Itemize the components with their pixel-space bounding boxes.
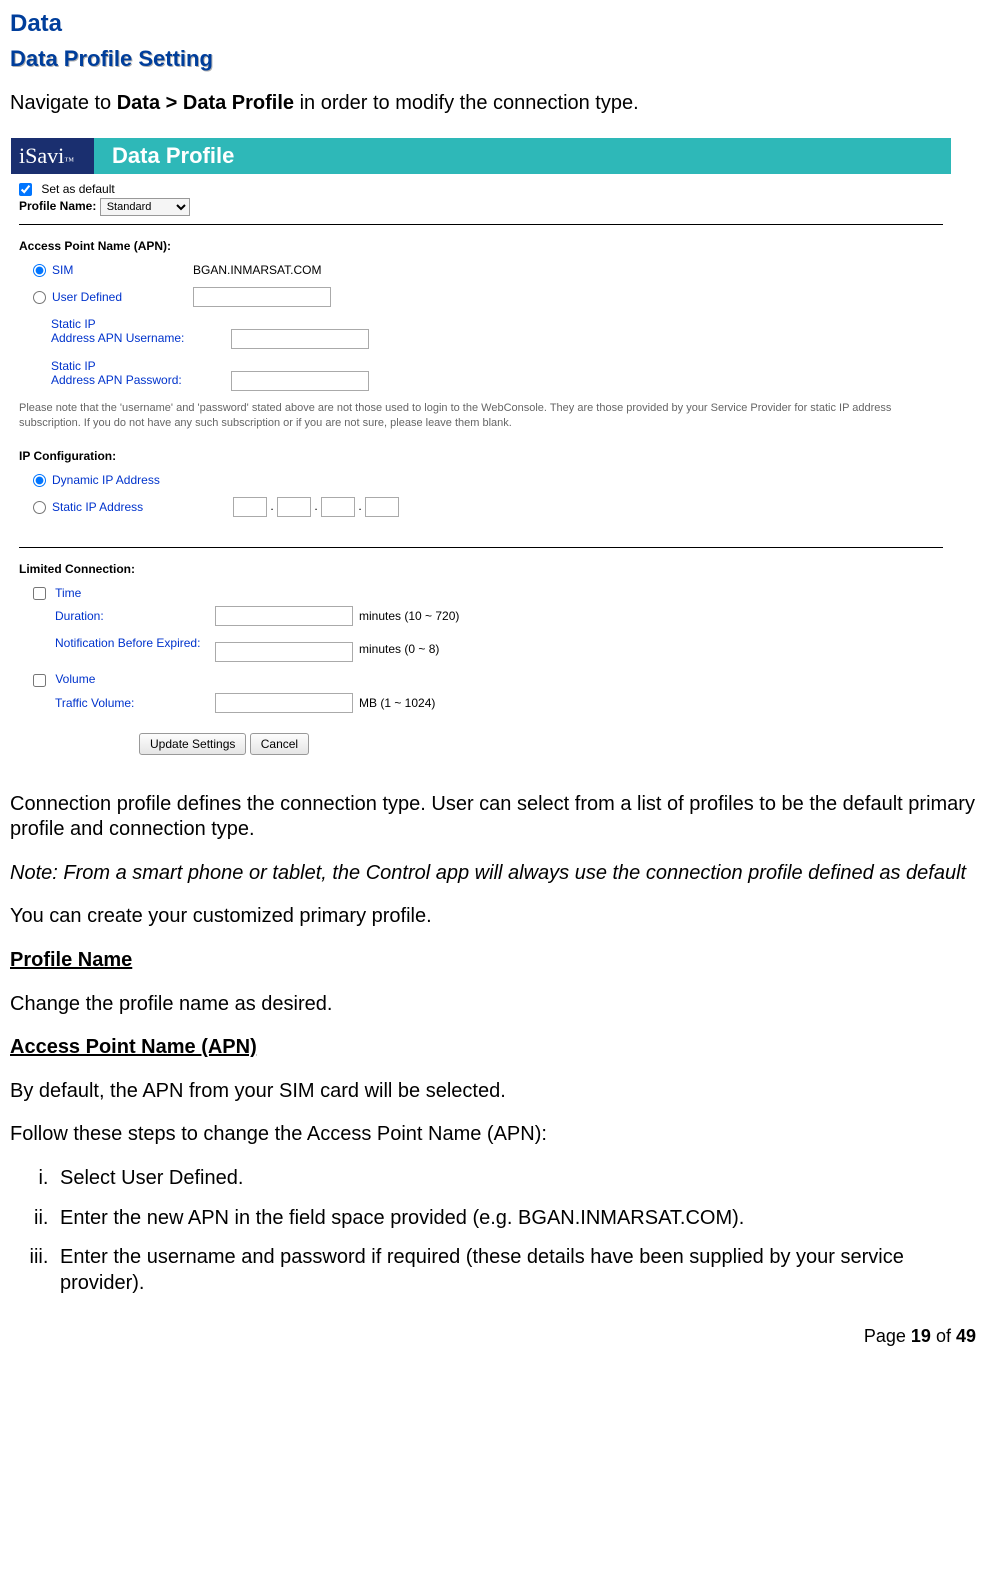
notification-label: Notification Before Expired: <box>55 636 215 650</box>
set-default-row: Set as default <box>19 182 943 196</box>
static-username-row: Static IP Address APN Username: <box>19 317 943 349</box>
paragraph-apn-steps: Follow these steps to change the Access … <box>10 1122 976 1148</box>
ip-config-header: IP Configuration: <box>19 449 943 463</box>
set-default-checkbox[interactable] <box>19 183 32 196</box>
volume-checkbox[interactable] <box>33 674 46 687</box>
brand-logo: iSavi™ <box>11 138 94 174</box>
ip-octet-2[interactable] <box>277 497 311 517</box>
profile-name-row: Profile Name: Standard <box>19 198 943 216</box>
heading-apn: Access Point Name (APN) <box>10 1036 257 1058</box>
static-ip-row: Static IP Address . . . <box>19 497 943 517</box>
footer-page-current: 19 <box>911 1326 931 1346</box>
apn-userdef-row: User Defined <box>19 287 943 307</box>
limited-conn-header: Limited Connection: <box>19 562 943 576</box>
traffic-label: Traffic Volume: <box>55 696 215 710</box>
titlebar-title: Data Profile <box>94 138 234 174</box>
static-ip-octets: . . . <box>233 497 399 517</box>
step-3: Enter the username and password if requi… <box>54 1245 976 1296</box>
nav-post: in order to modify the connection type. <box>294 92 639 114</box>
step-1: Select User Defined. <box>54 1166 976 1192</box>
static-ip-radio-label[interactable]: Static IP Address <box>33 500 233 514</box>
heading-data: Data <box>10 10 976 38</box>
dynamic-ip-row: Dynamic IP Address <box>19 473 943 487</box>
brand-text: iSavi <box>19 143 64 169</box>
dynamic-ip-radio-label[interactable]: Dynamic IP Address <box>33 473 233 487</box>
nav-path: Data > Data Profile <box>117 92 294 114</box>
profile-name-select[interactable]: Standard <box>100 198 190 216</box>
profile-name-label: Profile Name: <box>19 199 96 213</box>
paragraph-note: Note: From a smart phone or tablet, the … <box>10 861 976 887</box>
duration-input[interactable] <box>215 606 353 626</box>
heading-profile-name: Profile Name <box>10 949 132 971</box>
static-username-input[interactable] <box>231 329 369 349</box>
footer-page-total: 49 <box>956 1326 976 1346</box>
footer-mid: of <box>931 1326 956 1346</box>
apn-sim-text: SIM <box>52 263 73 277</box>
paragraph-custom-profile: You can create your customized primary p… <box>10 904 976 930</box>
static-password-label: Static IP Address APN Password: <box>51 359 231 387</box>
dynamic-ip-radio[interactable] <box>33 474 46 487</box>
apn-userdef-input[interactable] <box>193 287 331 307</box>
navigate-instruction: Navigate to Data > Data Profile in order… <box>10 92 976 115</box>
footer-pre: Page <box>864 1326 911 1346</box>
traffic-unit: MB (1 ~ 1024) <box>359 696 435 710</box>
duration-label: Duration: <box>55 609 215 623</box>
time-label: Time <box>55 586 81 600</box>
screenshot-panel: iSavi™ Data Profile Set as default Profi… <box>10 137 952 770</box>
static-ip-text: Static IP Address <box>52 500 143 514</box>
static-ip-radio[interactable] <box>33 501 46 514</box>
paragraph-connection-profile: Connection profile defines the connectio… <box>10 792 976 843</box>
step-2: Enter the new APN in the field space pro… <box>54 1206 976 1232</box>
apn-sim-row: SIM BGAN.INMARSAT.COM <box>19 263 943 277</box>
static-password-input[interactable] <box>231 371 369 391</box>
divider-1 <box>19 224 943 225</box>
traffic-row: Traffic Volume: MB (1 ~ 1024) <box>19 693 943 713</box>
apn-sim-radio-label[interactable]: SIM <box>33 263 193 277</box>
time-checkbox[interactable] <box>33 587 46 600</box>
duration-unit: minutes (10 ~ 720) <box>359 609 459 623</box>
notification-input[interactable] <box>215 642 353 662</box>
apn-note: Please note that the 'username' and 'pas… <box>19 401 939 431</box>
static-password-row: Static IP Address APN Password: <box>19 359 943 391</box>
set-default-label: Set as default <box>41 182 114 196</box>
page-footer: Page 19 of 49 <box>10 1326 976 1347</box>
ip-octet-1[interactable] <box>233 497 267 517</box>
duration-row: Duration: minutes (10 ~ 720) <box>19 606 943 626</box>
nav-pre: Navigate to <box>10 92 117 114</box>
update-settings-button[interactable]: Update Settings <box>139 733 246 755</box>
button-row: Update Settings Cancel <box>139 733 943 755</box>
divider-2 <box>19 547 943 548</box>
titlebar: iSavi™ Data Profile <box>11 138 951 174</box>
apn-userdef-text: User Defined <box>52 290 122 304</box>
apn-sim-value: BGAN.INMARSAT.COM <box>193 263 321 277</box>
paragraph-apn-default: By default, the APN from your SIM card w… <box>10 1079 976 1105</box>
apn-userdef-radio[interactable] <box>33 291 46 304</box>
notification-row: Notification Before Expired: minutes (0 … <box>19 636 943 662</box>
apn-userdef-radio-label[interactable]: User Defined <box>33 290 193 304</box>
static-username-label: Static IP Address APN Username: <box>51 317 231 345</box>
heading-data-profile-setting: Data Profile Setting <box>10 46 976 72</box>
form-area: Set as default Profile Name: Standard Ac… <box>11 174 951 769</box>
ip-octet-3[interactable] <box>321 497 355 517</box>
time-checkbox-row: Time <box>33 586 943 600</box>
dynamic-ip-text: Dynamic IP Address <box>52 473 160 487</box>
traffic-input[interactable] <box>215 693 353 713</box>
apn-steps-list: Select User Defined. Enter the new APN i… <box>10 1166 976 1296</box>
apn-section-header: Access Point Name (APN): <box>19 239 943 253</box>
volume-checkbox-row: Volume <box>33 672 943 686</box>
volume-label: Volume <box>55 672 95 686</box>
paragraph-change-profile: Change the profile name as desired. <box>10 992 976 1018</box>
apn-sim-radio[interactable] <box>33 264 46 277</box>
ip-octet-4[interactable] <box>365 497 399 517</box>
notification-unit: minutes (0 ~ 8) <box>359 642 439 656</box>
cancel-button[interactable]: Cancel <box>250 733 309 755</box>
